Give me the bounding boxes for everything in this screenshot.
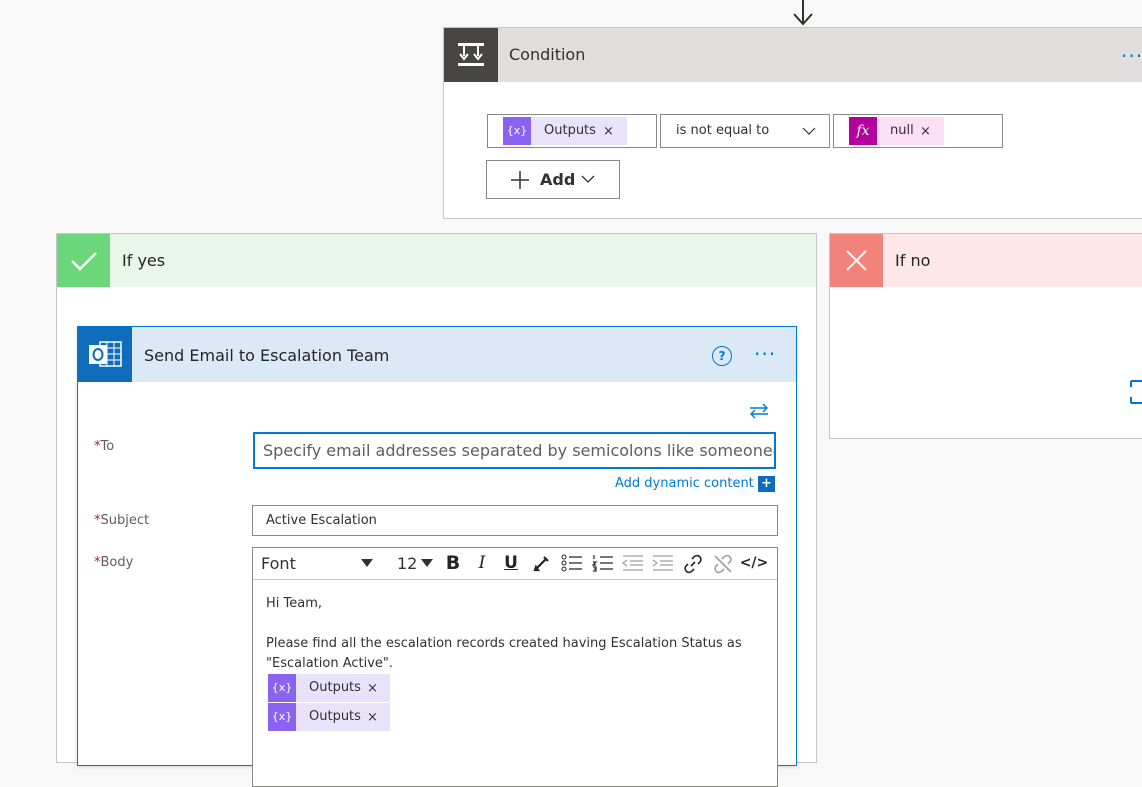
body-greeting: Hi Team, [266, 596, 323, 611]
body-label: *Body [94, 555, 134, 570]
more-options-icon[interactable]: ··· [754, 342, 776, 366]
chevron-down-icon [581, 175, 595, 184]
remove-token-icon[interactable]: × [603, 118, 614, 146]
close-icon [830, 234, 883, 287]
subject-label: *Subject [94, 513, 150, 528]
if-no-title: If no [895, 251, 931, 270]
if-no-branch: If no [829, 233, 1142, 439]
null-token[interactable]: fx null × [849, 117, 944, 145]
condition-right-operand[interactable]: fx null × [833, 114, 1003, 148]
remove-token-icon[interactable]: × [920, 118, 931, 146]
remove-token-icon[interactable]: × [367, 675, 378, 703]
increase-indent-icon[interactable] [652, 554, 674, 572]
expression-icon: fx [849, 117, 877, 145]
font-size-dropdown[interactable]: 12 [397, 548, 417, 579]
outputs-token[interactable]: {x} Outputs × [268, 703, 390, 731]
checkmark-icon [57, 234, 110, 287]
condition-title: Condition [509, 45, 586, 64]
to-label: *To [94, 439, 115, 454]
add-label: Add [540, 170, 576, 189]
body-line: Please find all the escalation records c… [266, 636, 742, 651]
variable-icon: {x} [268, 703, 296, 731]
token-label: Outputs [544, 123, 596, 138]
connector-arrow-icon [791, 0, 815, 27]
add-button[interactable]: Add [486, 160, 620, 199]
font-dropdown[interactable]: Font [261, 548, 296, 579]
remove-token-icon[interactable]: × [367, 704, 378, 732]
highlight-pen-icon[interactable] [533, 554, 551, 572]
outlook-icon [78, 327, 132, 382]
bullet-list-icon[interactable] [561, 554, 583, 572]
operator-value: is not equal to [676, 123, 770, 138]
underline-button[interactable]: U [498, 548, 524, 579]
variable-icon: {x} [268, 674, 296, 702]
operator-dropdown[interactable]: is not equal to [660, 114, 830, 148]
italic-button[interactable]: I [469, 548, 495, 579]
plus-icon [511, 171, 529, 189]
chevron-down-icon [802, 127, 816, 136]
if-no-header[interactable]: If no [830, 234, 1142, 287]
outputs-token[interactable]: {x} Outputs × [268, 674, 390, 702]
subject-input[interactable]: Active Escalation [252, 505, 778, 536]
numbered-list-icon[interactable] [592, 554, 614, 572]
condition-icon [444, 28, 498, 82]
caret-down-icon [421, 559, 433, 567]
if-yes-header[interactable]: If yes [57, 234, 816, 287]
to-input[interactable]: Specify email addresses separated by sem… [253, 432, 776, 469]
outputs-token[interactable]: {x} Outputs × [503, 117, 627, 145]
send-email-title: Send Email to Escalation Team [144, 346, 390, 365]
switch-input-mode-icon[interactable] [749, 403, 769, 419]
condition-card: Condition ··· {x} Outputs × is not equal… [443, 27, 1142, 219]
unlink-icon[interactable] [713, 554, 733, 574]
rich-text-toolbar: Font 12 B I U </> [253, 548, 777, 580]
token-label: Outputs [309, 680, 361, 695]
decrease-indent-icon[interactable] [622, 554, 644, 572]
help-icon[interactable]: ? [712, 346, 732, 366]
more-options-icon[interactable]: ··· [1121, 44, 1142, 68]
add-dynamic-content-icon[interactable]: + [758, 476, 775, 492]
send-email-header[interactable]: Send Email to Escalation Team ? ··· [78, 327, 796, 382]
if-yes-title: If yes [122, 251, 166, 270]
send-email-action: Send Email to Escalation Team ? ··· *To … [77, 326, 797, 787]
body-editor[interactable]: Font 12 B I U </> Hi Team, Please find a… [252, 547, 778, 787]
token-label: Outputs [309, 709, 361, 724]
caret-down-icon [361, 559, 373, 567]
body-line: "Escalation Active". [266, 656, 394, 671]
link-icon[interactable] [683, 554, 703, 574]
code-view-button[interactable]: </> [739, 548, 769, 579]
bold-button[interactable]: B [440, 548, 466, 579]
variable-icon: {x} [503, 117, 531, 145]
add-dynamic-content-link[interactable]: Add dynamic content [615, 476, 754, 491]
token-label: null [890, 123, 914, 138]
add-action-icon[interactable] [1127, 379, 1142, 405]
condition-header[interactable]: Condition ··· [444, 28, 1142, 82]
condition-left-operand[interactable]: {x} Outputs × [487, 114, 657, 148]
